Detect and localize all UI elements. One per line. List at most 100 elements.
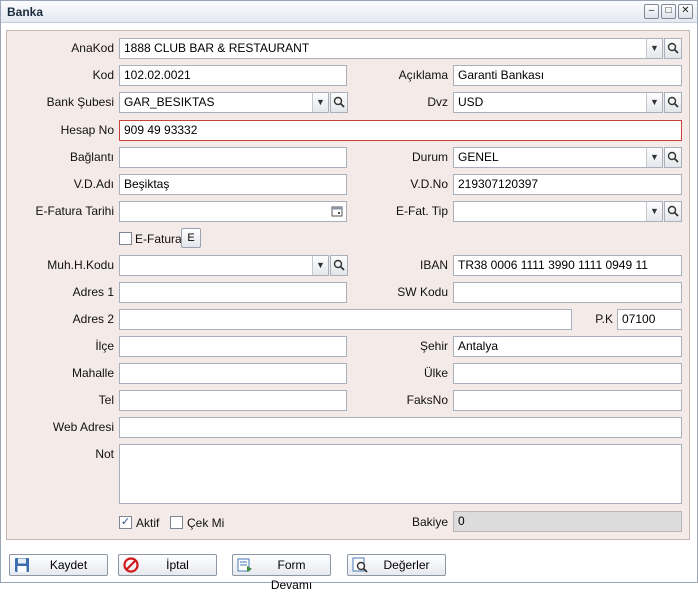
- values-search-icon: [352, 557, 368, 573]
- hesap-no-input[interactable]: 909 49 93332: [119, 120, 682, 141]
- hesap-no-label: Hesap No: [60, 123, 114, 137]
- dvz-label: Dvz: [427, 95, 448, 109]
- chevron-down-icon[interactable]: ▼: [646, 39, 662, 58]
- efatura-tarihi-label: E-Fatura Tarihi: [35, 204, 114, 218]
- kaydet-button-label: Kaydet: [49, 558, 88, 572]
- sehir-label: Şehir: [419, 339, 448, 353]
- pk-label: P.K: [595, 312, 613, 326]
- vd-adi-label: V.D.Adı: [73, 177, 114, 191]
- degerler-button-label: Değerler: [383, 558, 430, 572]
- bank-subesi-label: Bank Şubesi: [46, 95, 114, 109]
- bank-subesi-search-button[interactable]: [330, 92, 348, 113]
- kod-input[interactable]: 102.02.0021: [119, 65, 347, 86]
- aciklama-input[interactable]: Garanti Bankası: [453, 65, 682, 86]
- vd-no-input[interactable]: 219307120397: [453, 174, 682, 195]
- efatura-tarihi-input[interactable]: [119, 201, 347, 222]
- chevron-down-icon[interactable]: ▼: [312, 256, 328, 275]
- sw-kodu-label: SW Kodu: [397, 285, 448, 299]
- calendar-icon[interactable]: [329, 203, 345, 220]
- efat-tip-label: E-Fat. Tip: [395, 204, 448, 218]
- muh-kodu-search-button[interactable]: [330, 255, 348, 276]
- floppy-disk-icon: [14, 557, 30, 573]
- bakiye-field: 0: [453, 511, 682, 532]
- not-textarea[interactable]: [119, 444, 682, 504]
- form-devami-button[interactable]: Form Devamı: [232, 554, 331, 592]
- ulke-input[interactable]: [453, 363, 682, 384]
- aktif-label: Aktif: [136, 516, 160, 530]
- tel-input[interactable]: [119, 390, 347, 411]
- efat-tip-combo[interactable]: ▼: [453, 201, 663, 222]
- degerler-button[interactable]: Değerler: [347, 554, 446, 576]
- iban-input[interactable]: TR38 0006 1111 3990 1111 0949 11: [453, 255, 682, 276]
- muh-kodu-label: Muh.H.Kodu: [47, 258, 114, 272]
- adres2-label: Adres 2: [72, 312, 114, 326]
- sw-kodu-input[interactable]: [453, 282, 682, 303]
- kaydet-button[interactable]: Kaydet: [9, 554, 108, 576]
- baglanti-label: Bağlantı: [69, 150, 114, 164]
- faksno-label: FaksNo: [406, 393, 448, 407]
- baglanti-input[interactable]: [119, 147, 347, 168]
- efatura-checkbox[interactable]: [119, 232, 132, 245]
- web-adresi-label: Web Adresi: [52, 420, 114, 434]
- efatura-check-label: E-Fatura: [135, 232, 182, 246]
- cek-mi-label: Çek Mi: [187, 516, 225, 530]
- adres1-label: Adres 1: [72, 285, 114, 299]
- minimize-button[interactable]: –: [644, 4, 659, 19]
- magnifier-icon: [333, 259, 345, 271]
- efat-tip-search-button[interactable]: [664, 201, 682, 222]
- anakod-label: AnaKod: [71, 41, 114, 55]
- aktif-checkbox[interactable]: ✓: [119, 516, 132, 529]
- ulke-label: Ülke: [423, 366, 448, 380]
- title-bar[interactable]: Banka – □ ✕: [1, 1, 697, 23]
- close-button[interactable]: ✕: [678, 4, 693, 19]
- bank-subesi-value: GAR_BESIKTAS: [124, 95, 215, 109]
- anakod-search-button[interactable]: [664, 38, 682, 59]
- adres1-input[interactable]: [119, 282, 347, 303]
- chevron-down-icon[interactable]: ▼: [312, 93, 328, 112]
- restore-button[interactable]: □: [661, 4, 676, 19]
- ilce-label: İlçe: [95, 339, 114, 353]
- chevron-down-icon[interactable]: ▼: [646, 148, 662, 167]
- faksno-input[interactable]: [453, 390, 682, 411]
- cek-mi-checkbox[interactable]: [170, 516, 183, 529]
- bank-subesi-combo[interactable]: GAR_BESIKTAS ▼: [119, 92, 329, 113]
- window-title: Banka: [7, 5, 44, 19]
- durum-search-button[interactable]: [664, 147, 682, 168]
- e-button[interactable]: E: [181, 228, 201, 248]
- magnifier-icon: [667, 205, 679, 217]
- durum-value: GENEL: [458, 150, 499, 164]
- mahalle-input[interactable]: [119, 363, 347, 384]
- web-adresi-input[interactable]: [119, 417, 682, 438]
- chevron-down-icon[interactable]: ▼: [646, 93, 662, 112]
- form-devami-button-label: Form Devamı: [270, 558, 313, 592]
- vd-adi-input[interactable]: Beşiktaş: [119, 174, 347, 195]
- cancel-icon: [123, 557, 139, 573]
- mahalle-label: Mahalle: [71, 366, 114, 380]
- kod-label: Kod: [92, 68, 114, 82]
- anakod-combo[interactable]: 1888 CLUB BAR & RESTAURANT ▼: [119, 38, 663, 59]
- iban-label: IBAN: [419, 258, 448, 272]
- anakod-value: 1888 CLUB BAR & RESTAURANT: [124, 41, 310, 55]
- bakiye-label: Bakiye: [411, 515, 448, 529]
- durum-combo[interactable]: GENEL ▼: [453, 147, 663, 168]
- ilce-input[interactable]: [119, 336, 347, 357]
- iptal-button-label: İptal: [166, 558, 189, 572]
- sehir-input[interactable]: Antalya: [453, 336, 682, 357]
- magnifier-icon: [667, 151, 679, 163]
- dvz-value: USD: [458, 95, 484, 109]
- form-continue-icon: [237, 557, 253, 573]
- magnifier-icon: [667, 96, 679, 108]
- aciklama-label: Açıklama: [398, 68, 448, 82]
- not-label: Not: [95, 447, 114, 461]
- magnifier-icon: [333, 96, 345, 108]
- dvz-combo[interactable]: USD ▼: [453, 92, 663, 113]
- durum-label: Durum: [411, 150, 448, 164]
- chevron-down-icon[interactable]: ▼: [646, 202, 662, 221]
- muh-kodu-combo[interactable]: ▼: [119, 255, 329, 276]
- tel-label: Tel: [98, 393, 114, 407]
- iptal-button[interactable]: İptal: [118, 554, 217, 576]
- magnifier-icon: [667, 42, 679, 54]
- adres2-input[interactable]: [119, 309, 572, 330]
- dvz-search-button[interactable]: [664, 92, 682, 113]
- pk-input[interactable]: 07100: [617, 309, 682, 330]
